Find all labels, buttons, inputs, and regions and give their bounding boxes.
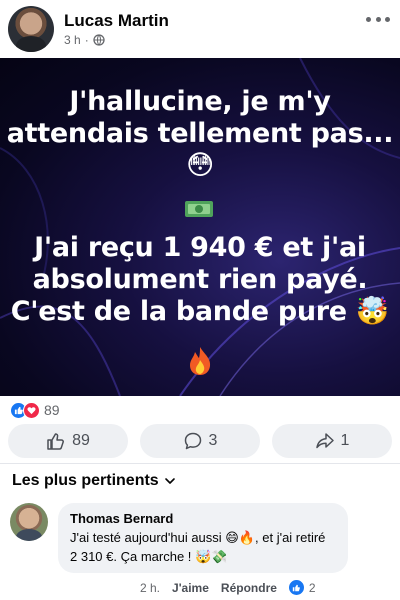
share-count: 1: [340, 432, 350, 449]
thumbs-up-icon: [47, 433, 65, 450]
like-reaction-icon: [288, 580, 304, 595]
reactions-summary[interactable]: 89: [10, 401, 60, 419]
comment-like-count: 2: [308, 580, 316, 595]
image-text-line1: J'hallucine, je m'y attendais tellement …: [6, 86, 394, 181]
comment-bubble: Thomas Bernard J'ai testé aujourd'hui au…: [58, 503, 348, 573]
author-name[interactable]: Lucas Martin: [64, 11, 169, 31]
comment-actions: 2 h. J'aime Répondre 2: [140, 580, 316, 595]
post-time[interactable]: 3 h: [64, 33, 81, 47]
comments-filter-dropdown[interactable]: Les plus pertinents: [12, 472, 177, 490]
money-icon: [185, 201, 213, 217]
meta-separator: ·: [84, 33, 89, 47]
author-avatar[interactable]: [8, 6, 54, 52]
post-meta: 3 h ·: [64, 33, 105, 47]
comment-icon: [184, 432, 201, 450]
comments-filter-label: Les plus pertinents: [12, 472, 159, 489]
love-reaction-icon: [23, 401, 40, 419]
like-button[interactable]: 89: [8, 424, 128, 458]
globe-icon: [93, 34, 105, 46]
more-options-icon[interactable]: [366, 12, 390, 26]
comment-time[interactable]: 2 h.: [140, 581, 160, 595]
share-icon: [315, 433, 334, 449]
image-text-line2: J'ai reçu 1 940 € et j'ai absolument rie…: [10, 232, 390, 327]
reaction-icons: [10, 401, 40, 419]
comment-like-count-badge[interactable]: 2: [288, 580, 316, 595]
post-header: Lucas Martin 3 h ·: [0, 0, 400, 58]
fire-icon: [190, 347, 211, 375]
commenter-avatar[interactable]: [10, 503, 48, 541]
comment-count: 3: [208, 432, 218, 449]
share-button[interactable]: 1: [272, 424, 392, 458]
divider: [0, 463, 400, 464]
post-image[interactable]: J'hallucine, je m'y attendais tellement …: [0, 58, 400, 396]
like-count: 89: [72, 432, 90, 449]
commenter-name[interactable]: Thomas Bernard: [70, 511, 336, 526]
comment-reply-button[interactable]: Répondre: [221, 581, 277, 595]
chevron-down-icon: [164, 478, 175, 484]
reaction-count: 89: [44, 402, 60, 418]
comment-button[interactable]: 3: [140, 424, 260, 458]
comment-like-button[interactable]: J'aime: [172, 581, 209, 595]
comment-text: J'ai testé aujourd'hui aussi 😄🔥, et j'ai…: [70, 530, 326, 564]
